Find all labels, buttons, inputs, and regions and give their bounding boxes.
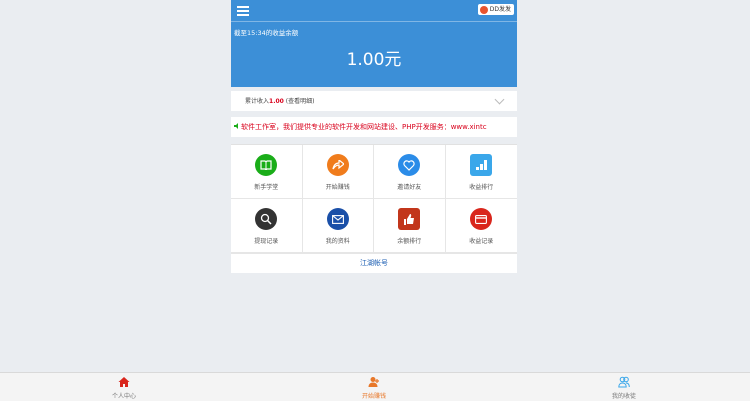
income-summary-row[interactable]: 累计收入1.00 (查看明细) [231, 91, 517, 111]
user-badge[interactable]: DD发发 [477, 4, 514, 15]
grid-item-income-records[interactable]: 收益记录 [445, 199, 517, 253]
grid-label: 新手学堂 [254, 184, 279, 191]
avatar [479, 5, 488, 14]
chart-icon [470, 154, 493, 176]
grid-item-my-profile[interactable]: 我的资料 [302, 199, 374, 253]
summary-value: 1.00 [269, 98, 284, 105]
header: DD发发 截至15:34的收益余额 1.00元 [231, 0, 517, 87]
notice-bar: 软件工作室，我们提供专业的软件开发和网站建设、PHP开发服务：www.xintc [231, 117, 517, 137]
card-icon [470, 208, 493, 230]
heart-icon [398, 154, 421, 176]
balance-title: 截至15:34的收益余额 [234, 29, 299, 37]
share-arrow-icon [326, 154, 349, 176]
user-add-icon [368, 377, 379, 387]
user-label: DD发发 [489, 6, 511, 13]
mail-icon [326, 208, 349, 230]
grid-label: 余额排行 [397, 238, 422, 245]
tab-label: 开始赚钱 [361, 393, 386, 400]
feature-grid: 新手学堂 开始赚钱 邀请好友 收益排行 提现记录 我的资料 余额排行 收益记录 [231, 144, 517, 253]
tab-my-apprentices[interactable]: 我的收徒 [594, 376, 654, 400]
grid-label: 邀请好友 [397, 184, 422, 191]
grid-item-earnings-ranking[interactable]: 收益排行 [445, 145, 517, 199]
search-icon [255, 208, 278, 230]
grid-label: 我的资料 [325, 238, 350, 245]
thumbs-up-icon [398, 208, 421, 230]
tab-start-earning[interactable]: 开始赚钱 [344, 376, 404, 400]
grid-label: 开始赚钱 [325, 184, 350, 191]
chevron-down-icon[interactable] [494, 94, 505, 105]
grid-label: 提现记录 [254, 238, 279, 245]
header-divider [231, 21, 517, 22]
home-icon [118, 377, 130, 387]
menu-icon[interactable] [237, 5, 249, 16]
summary-suffix: (查看明细) [285, 98, 315, 105]
tab-label: 个人中心 [111, 393, 136, 400]
grid-label: 收益记录 [469, 238, 494, 245]
users-icon [618, 376, 630, 388]
grid-label: 收益排行 [469, 184, 494, 191]
notice-text: 软件工作室，我们提供专业的软件开发和网站建设、PHP开发服务：www.xintc [241, 123, 487, 131]
tab-personal-center[interactable]: 个人中心 [94, 376, 154, 400]
tab-label: 我的收徒 [611, 393, 636, 400]
summary-prefix: 累计收入 [245, 98, 270, 105]
grid-item-guide[interactable]: 新手学堂 [231, 145, 303, 199]
grid-item-start-earning[interactable]: 开始赚钱 [302, 145, 374, 199]
speaker-icon [234, 123, 238, 129]
grid-item-balance-ranking[interactable]: 余额排行 [374, 199, 446, 253]
account-link[interactable]: 江湖帐号 [231, 253, 517, 273]
grid-item-invite-friends[interactable]: 邀请好友 [374, 145, 446, 199]
app-container: DD发发 截至15:34的收益余额 1.00元 累计收入1.00 (查看明细) … [231, 0, 517, 372]
income-summary-text: 累计收入1.00 (查看明细) [245, 96, 314, 105]
grid-item-withdraw-records[interactable]: 提现记录 [231, 199, 303, 253]
balance-amount: 1.00元 [346, 50, 402, 70]
bottom-tab-bar: 个人中心 开始赚钱 我的收徒 [0, 372, 750, 401]
book-icon [255, 154, 278, 176]
